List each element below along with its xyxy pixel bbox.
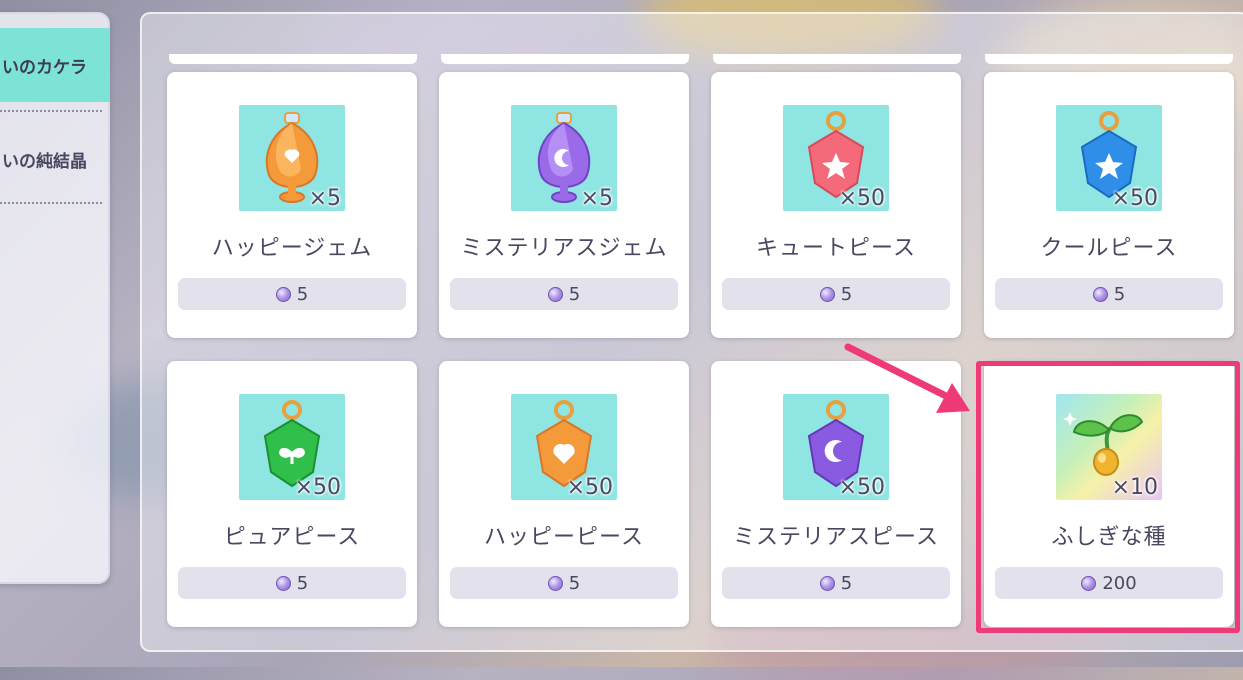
- price-value: 5: [568, 283, 581, 305]
- item-quantity: ×50: [566, 475, 613, 500]
- item-name: ふしぎな種: [1051, 525, 1167, 550]
- price-value: 5: [296, 572, 309, 594]
- mysterious-seed-icon: ×10: [1056, 394, 1162, 500]
- shop-item-card-selected[interactable]: ×10 ふしぎな種 200: [984, 361, 1234, 627]
- item-quantity: ×50: [1111, 186, 1158, 211]
- item-quantity: ×10: [1111, 475, 1158, 500]
- divider: [0, 110, 102, 112]
- item-name: ミステリアスジェム: [460, 236, 668, 261]
- item-name: ハッピーピース: [484, 525, 644, 550]
- purple-gem-icon: [819, 286, 835, 302]
- sidebar-tab-kakera[interactable]: いのカケラ: [0, 28, 110, 102]
- item-name: ハッピージェム: [211, 236, 373, 261]
- cool-piece-star-icon: ×50: [1056, 105, 1162, 211]
- purple-gem-icon: [275, 575, 291, 591]
- price-value: 5: [840, 283, 853, 305]
- price-value: 5: [568, 572, 581, 594]
- previous-row-card-edge: [169, 54, 417, 64]
- purple-gem-icon: [547, 286, 563, 302]
- price-button[interactable]: 5: [995, 278, 1223, 310]
- price-button[interactable]: 200: [995, 567, 1223, 599]
- item-quantity: ×5: [308, 186, 341, 211]
- cute-piece-star-icon: ×50: [783, 105, 889, 211]
- purple-gem-icon: [547, 575, 563, 591]
- price-value: 5: [296, 283, 309, 305]
- shop-item-card[interactable]: ×5 ミステリアスジェム 5: [439, 72, 689, 338]
- shop-item-card[interactable]: ×50 キュートピース 5: [711, 72, 961, 338]
- shop-item-card[interactable]: ×50 ハッピーピース 5: [439, 361, 689, 627]
- divider: [0, 202, 102, 204]
- item-quantity: ×5: [580, 186, 613, 211]
- price-value: 5: [840, 572, 853, 594]
- pointer-arrow-icon: [844, 343, 970, 413]
- item-name: クールピース: [1040, 236, 1178, 261]
- item-name: キュートピース: [756, 236, 916, 261]
- category-sidebar: いのカケラ いの純結晶: [0, 12, 110, 584]
- previous-row-card-edge: [441, 54, 689, 64]
- shop-item-card[interactable]: ×50 クールピース 5: [984, 72, 1234, 338]
- purple-gem-icon: [275, 286, 291, 302]
- item-quantity: ×50: [838, 475, 885, 500]
- price-button[interactable]: 5: [450, 278, 678, 310]
- purple-gem-icon: [1081, 575, 1097, 591]
- mysterious-gem-bottle-icon: ×5: [511, 105, 617, 211]
- previous-row-card-edge: [713, 54, 961, 64]
- shop-item-card[interactable]: ×5 ハッピージェム 5: [167, 72, 417, 338]
- price-value: 5: [1113, 283, 1126, 305]
- pure-piece-sprout-icon: ×50: [239, 394, 345, 500]
- price-button[interactable]: 5: [450, 567, 678, 599]
- previous-row-card-edge: [985, 54, 1233, 64]
- item-quantity: ×50: [838, 186, 885, 211]
- price-value: 200: [1102, 572, 1137, 594]
- sidebar-tab-junkesshou[interactable]: いの純結晶: [0, 122, 110, 196]
- happy-gem-bottle-icon: ×5: [239, 105, 345, 211]
- happy-piece-heart-icon: ×50: [511, 394, 617, 500]
- purple-gem-icon: [819, 575, 835, 591]
- item-quantity: ×50: [294, 475, 341, 500]
- price-button[interactable]: 5: [722, 567, 950, 599]
- price-button[interactable]: 5: [178, 278, 406, 310]
- item-name: ミステリアスピース: [733, 525, 939, 550]
- price-button[interactable]: 5: [178, 567, 406, 599]
- item-name: ピュアピース: [223, 525, 361, 550]
- price-button[interactable]: 5: [722, 278, 950, 310]
- purple-gem-icon: [1092, 286, 1108, 302]
- shop-item-card[interactable]: ×50 ピュアピース 5: [167, 361, 417, 627]
